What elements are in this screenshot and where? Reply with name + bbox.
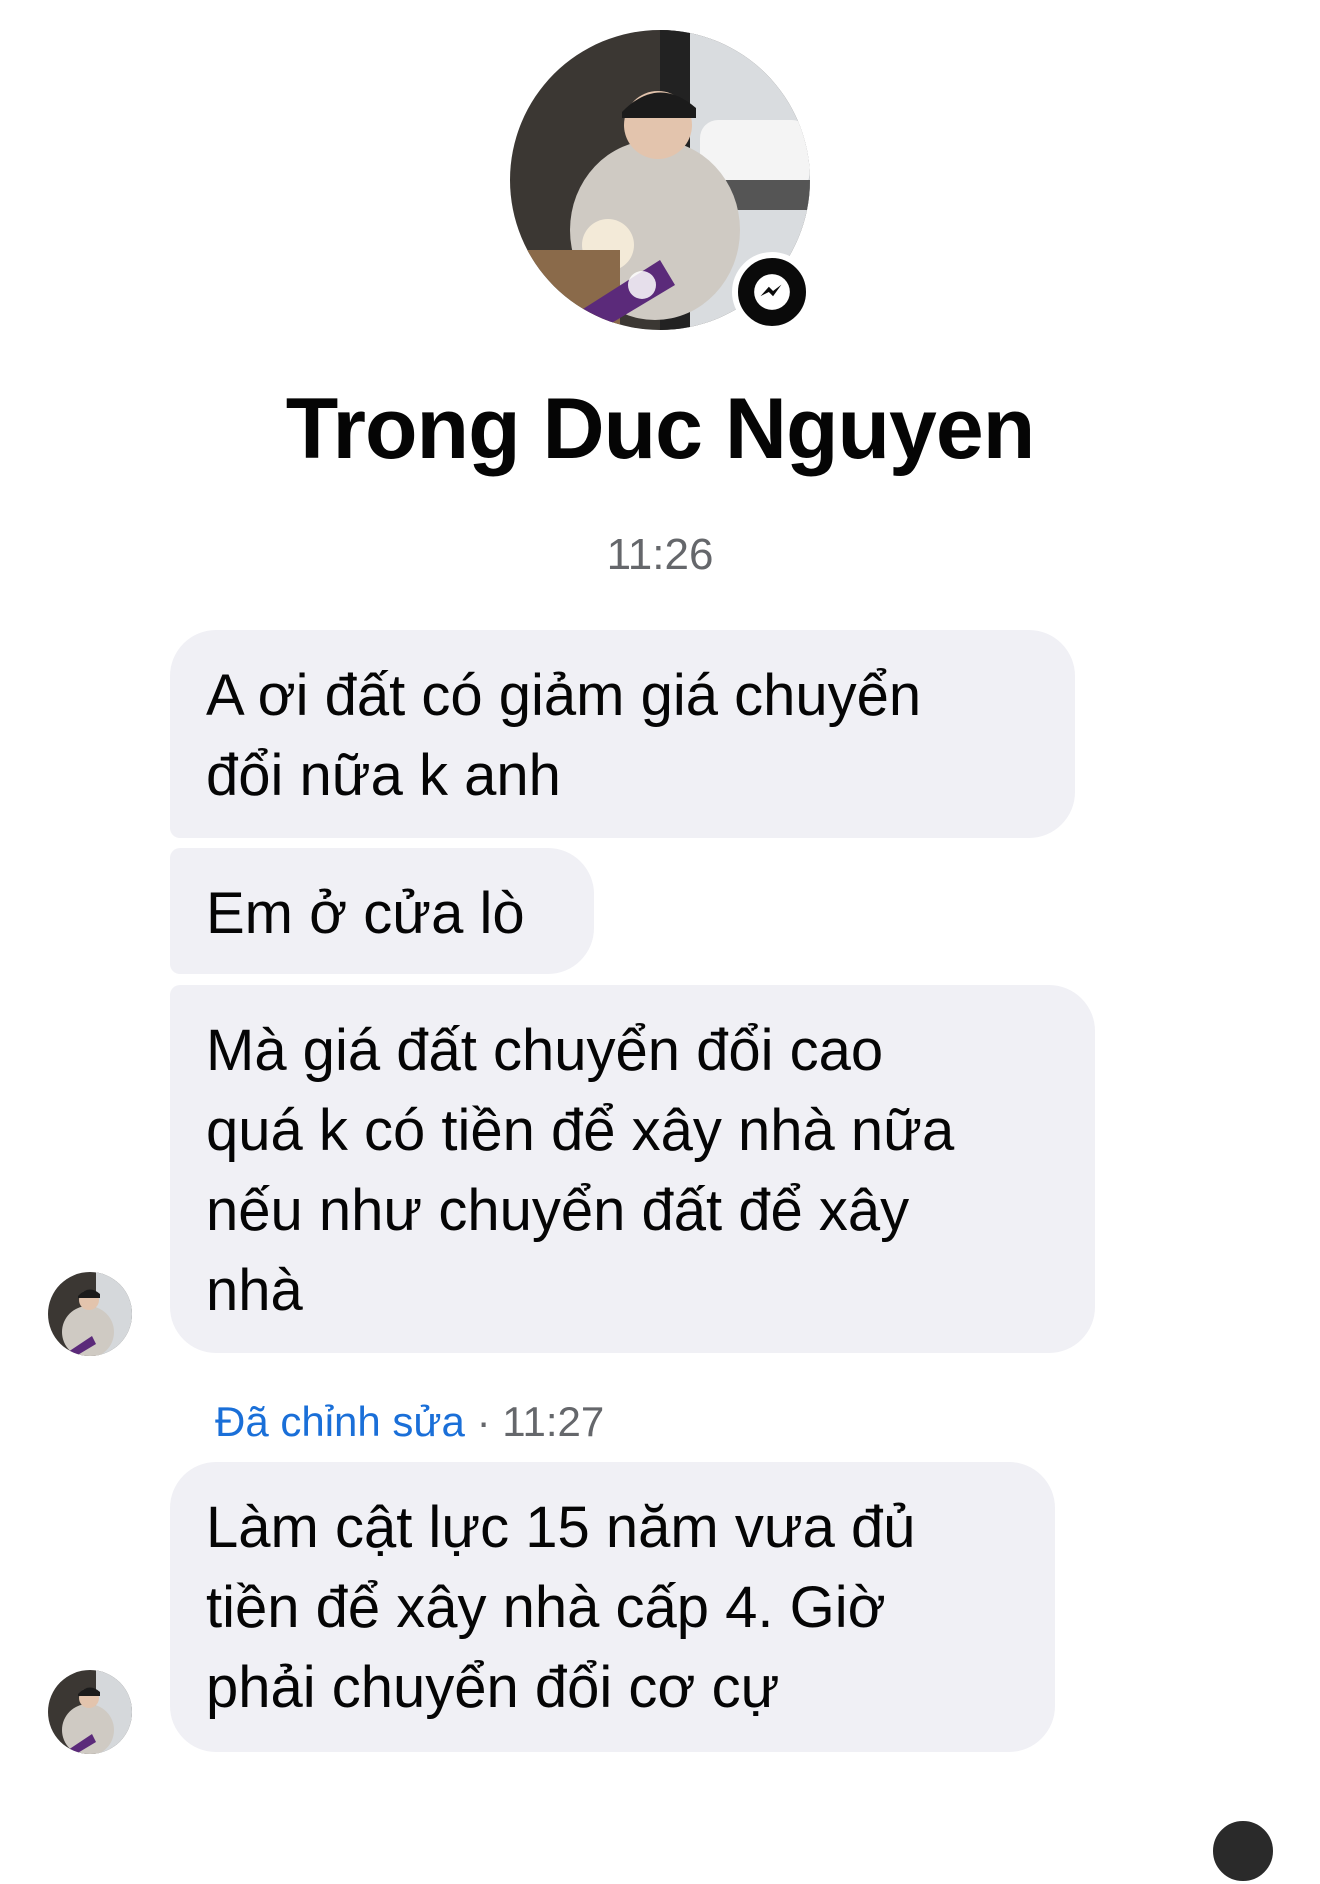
sender-avatar[interactable]: [48, 1272, 132, 1356]
message-bubble[interactable]: Em ở cửa lò: [170, 848, 594, 974]
messenger-badge: [732, 252, 812, 332]
sender-avatar[interactable]: [48, 1670, 132, 1754]
message-time: 11:27: [502, 1398, 605, 1445]
message-bubble[interactable]: Mà giá đất chuyển đổi cao quá k có tiền …: [170, 985, 1095, 1353]
messenger-icon: [754, 274, 790, 310]
message-bubble[interactable]: A ơi đất có giảm giá chuyển đổi nữa k an…: [170, 630, 1075, 838]
profile-photo-icon: [48, 1272, 132, 1356]
time-separator: 11:26: [606, 530, 714, 579]
contact-name[interactable]: Trong Duc Nguyen: [0, 380, 1320, 479]
edit-meta: Đã chỉnh sửa · 11:27: [215, 1398, 604, 1446]
meta-separator: ·: [464, 1398, 503, 1445]
seen-receipt-avatar: [1210, 1818, 1276, 1884]
edited-label[interactable]: Đã chỉnh sửa: [215, 1398, 465, 1445]
message-bubble[interactable]: Làm cật lực 15 năm vưa đủ tiền để xây nh…: [170, 1462, 1055, 1752]
profile-photo-icon: [48, 1670, 132, 1754]
